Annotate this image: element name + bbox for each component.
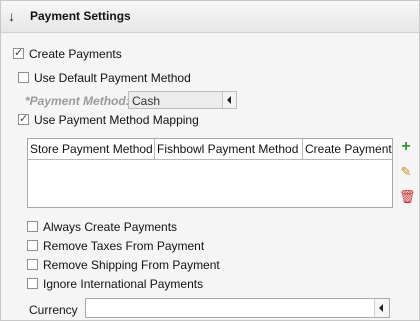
column-store-payment-method[interactable]: Store Payment Method — [28, 139, 155, 159]
dropdown-arrow-icon — [222, 92, 236, 108]
remove-shipping-label: Remove Shipping From Payment — [43, 258, 220, 272]
column-fishbowl-payment-method[interactable]: Fishbowl Payment Method — [155, 139, 303, 159]
ignore-international-checkbox[interactable] — [27, 278, 38, 289]
always-create-payments-label: Always Create Payments — [43, 220, 178, 234]
ignore-international-label: Ignore International Payments — [43, 277, 204, 291]
trash-icon[interactable]: 🗑 — [399, 190, 416, 204]
pencil-icon[interactable]: ✎ — [399, 165, 413, 179]
use-payment-method-mapping-checkbox[interactable] — [18, 112, 29, 125]
table-header: Store Payment Method Fishbowl Payment Me… — [28, 139, 392, 160]
always-create-payments-checkbox[interactable] — [27, 221, 38, 232]
create-payments-label: Create Payments — [29, 47, 122, 61]
arrow-down-icon[interactable]: ↓ — [8, 8, 22, 24]
payment-method-label: *Payment Method: — [25, 94, 130, 108]
remove-taxes-checkbox[interactable] — [27, 240, 38, 251]
payment-method-value: Cash — [132, 94, 161, 108]
currency-select[interactable] — [85, 298, 390, 318]
remove-taxes-label: Remove Taxes From Payment — [43, 239, 205, 253]
section-title: Payment Settings — [30, 9, 131, 23]
dropdown-arrow-icon[interactable] — [374, 299, 389, 317]
payment-mapping-table[interactable]: Store Payment Method Fishbowl Payment Me… — [27, 138, 393, 208]
remove-shipping-checkbox[interactable] — [27, 259, 38, 270]
use-payment-method-mapping-label: Use Payment Method Mapping — [34, 113, 199, 127]
payment-settings-panel: ↓ Payment Settings Create Payments Use D… — [0, 0, 420, 321]
column-create-payment[interactable]: Create Payment — [303, 139, 392, 159]
payment-method-select: Cash — [128, 91, 237, 109]
currency-label: Currency — [29, 303, 78, 317]
use-default-payment-method-checkbox[interactable] — [18, 72, 29, 83]
create-payments-checkbox[interactable] — [13, 46, 24, 59]
section-header[interactable]: ↓ Payment Settings — [1, 1, 419, 33]
use-default-payment-method-label: Use Default Payment Method — [34, 71, 191, 85]
plus-icon[interactable]: + — [399, 139, 413, 155]
